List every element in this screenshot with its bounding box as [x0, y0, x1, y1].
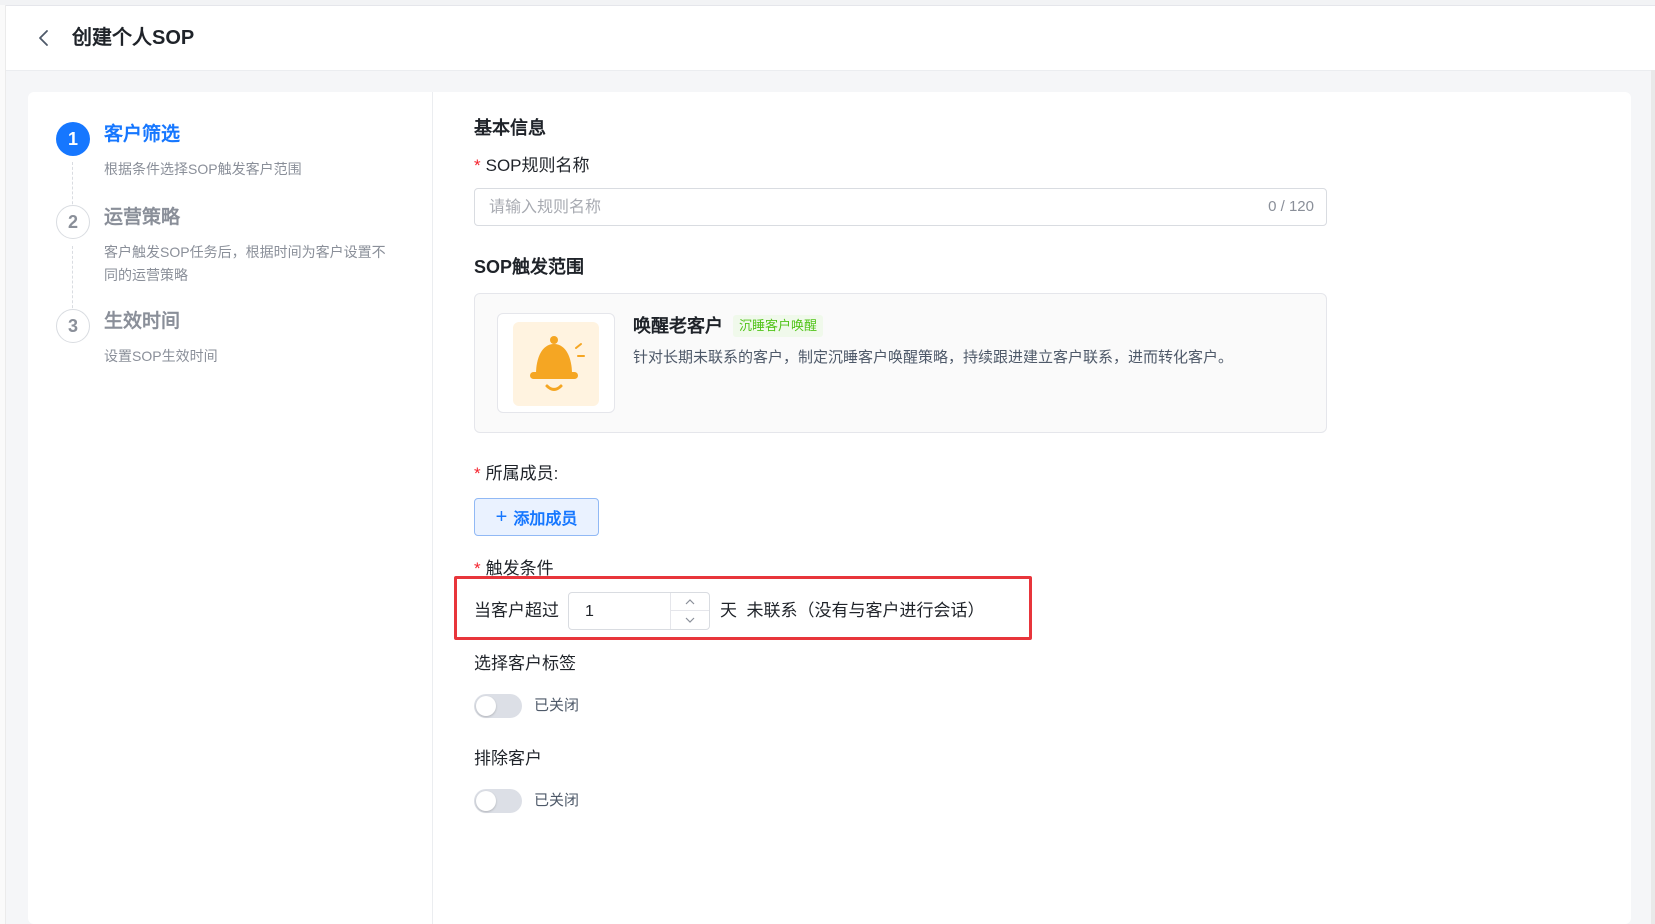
step-description: 客户触发SOP任务后，根据时间为客户设置不同的运营策略 — [104, 244, 386, 283]
step-connector — [72, 246, 73, 318]
scenario-card[interactable]: 唤醒老客户 沉睡客户唤醒 针对长期未联系的客户，制定沉睡客户唤醒策略，持续跟进建… — [474, 293, 1327, 433]
days-input[interactable] — [583, 593, 667, 629]
chevron-left-icon — [39, 30, 48, 46]
page-title: 创建个人SOP — [72, 27, 195, 49]
chevron-down-icon — [685, 617, 695, 623]
step-description: 根据条件选择SOP触发客户范围 — [104, 161, 302, 177]
members-label-text: 所属成员: — [485, 464, 559, 483]
step-number: 3 — [56, 309, 90, 343]
stepper-buttons — [670, 593, 709, 629]
step-title: 运营策略 — [104, 207, 181, 228]
step-number: 2 — [56, 205, 90, 239]
section-title-scope: SOP触发范围 — [474, 257, 585, 277]
step-description: 设置SOP生效时间 — [104, 348, 218, 364]
page-header: 创建个人SOP — [6, 6, 1651, 71]
bell-icon — [530, 336, 585, 391]
required-mark: * — [474, 156, 481, 175]
rule-name-label: * SOP规则名称 — [474, 155, 590, 177]
exclude-customers-switch[interactable] — [474, 789, 522, 813]
customer-tags-label: 选择客户标签 — [474, 654, 576, 673]
exclude-customers-switch-state: 已关闭 — [534, 792, 580, 809]
form-card: 1 客户筛选 根据条件选择SOP触发客户范围 2 运营策略 客户触发SOP任务后… — [28, 92, 1631, 924]
scenario-icon-frame — [497, 313, 615, 413]
scrollbar[interactable] — [1651, 70, 1655, 924]
rule-name-field[interactable]: 0 / 120 — [474, 188, 1327, 227]
scenario-description: 针对长期未联系的客户，制定沉睡客户唤醒策略，持续跟进建立客户联系，进而转化客户。 — [633, 349, 1234, 366]
chevron-up-icon — [685, 598, 695, 604]
step-number: 1 — [56, 122, 90, 156]
condition-prefix: 当客户超过 — [474, 601, 559, 620]
customer-tags-switch[interactable] — [474, 694, 522, 718]
required-mark: * — [474, 464, 481, 483]
scenario-name: 唤醒老客户 — [633, 316, 723, 336]
customer-tags-switch-state: 已关闭 — [534, 697, 580, 714]
back-button[interactable] — [32, 26, 56, 50]
steps-panel: 1 客户筛选 根据条件选择SOP触发客户范围 2 运营策略 客户触发SOP任务后… — [28, 92, 433, 924]
scenario-icon-bg — [513, 322, 599, 406]
scenario-tag: 沉睡客户唤醒 — [733, 315, 824, 337]
step-title: 客户筛选 — [104, 124, 181, 145]
exclude-customers-label: 排除客户 — [474, 749, 542, 768]
char-counter: 0 / 120 — [1268, 198, 1314, 215]
members-label: * 所属成员: — [474, 463, 558, 485]
switch-knob — [476, 696, 496, 716]
increment-button[interactable] — [671, 593, 709, 611]
rule-name-label-text: SOP规则名称 — [485, 156, 590, 175]
plus-icon: + — [495, 506, 508, 528]
step-title: 生效时间 — [104, 311, 181, 332]
condition-suffix: 天 未联系（没有与客户进行会话） — [720, 601, 985, 620]
add-member-label: 添加成员 — [513, 511, 578, 528]
rule-name-input[interactable] — [487, 189, 1251, 227]
switch-knob — [476, 791, 496, 811]
days-stepper[interactable] — [568, 592, 710, 630]
section-title-basic: 基本信息 — [474, 118, 546, 138]
decrement-button[interactable] — [671, 611, 709, 629]
add-member-button[interactable]: + 添加成员 — [474, 498, 599, 536]
